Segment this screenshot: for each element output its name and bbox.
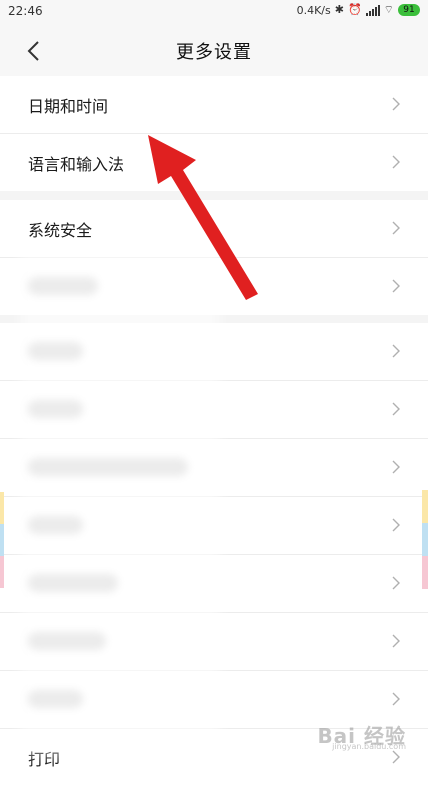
alarm-off-icon: ⏰ bbox=[347, 3, 362, 16]
chevron-right-icon bbox=[392, 518, 400, 532]
blur-overlay bbox=[20, 250, 220, 755]
chevron-right-icon bbox=[392, 750, 400, 764]
settings-group-1: 日期和时间 语言和输入法 bbox=[0, 76, 428, 191]
chevron-right-icon bbox=[392, 634, 400, 648]
status-bar: 22:46 0.4K/s ✱ ⏰ ⌔ 91 bbox=[0, 0, 428, 24]
edge-stripes-right bbox=[422, 490, 428, 590]
chevron-right-icon bbox=[392, 576, 400, 590]
settings-item-date-time[interactable]: 日期和时间 bbox=[0, 76, 428, 134]
chevron-right-icon bbox=[392, 692, 400, 706]
edge-stripes-left bbox=[0, 492, 4, 588]
signal-icon bbox=[365, 4, 380, 16]
battery-icon: 91 bbox=[398, 4, 420, 16]
settings-item-language-input[interactable]: 语言和输入法 bbox=[0, 134, 428, 191]
settings-item-label: 日期和时间 bbox=[28, 97, 109, 116]
chevron-right-icon bbox=[392, 97, 400, 111]
status-time: 22:46 bbox=[8, 4, 43, 18]
page-title: 更多设置 bbox=[176, 42, 252, 63]
chevron-right-icon bbox=[392, 460, 400, 474]
chevron-right-icon bbox=[392, 221, 400, 235]
settings-item-label: 语言和输入法 bbox=[28, 155, 125, 174]
watermark-logo: Bai 经验 jingyan.baidu.com bbox=[317, 720, 406, 751]
wifi-icon: ⌔ bbox=[383, 3, 394, 16]
chevron-right-icon bbox=[392, 402, 400, 416]
chevron-right-icon bbox=[392, 279, 400, 293]
chevron-right-icon bbox=[392, 155, 400, 169]
chevron-right-icon bbox=[392, 344, 400, 358]
settings-item-label: 系统安全 bbox=[28, 221, 93, 240]
status-icons: 0.4K/s ✱ ⏰ ⌔ 91 bbox=[297, 3, 420, 17]
nav-bar: 更多设置 bbox=[0, 24, 428, 77]
net-speed: 0.4K/s bbox=[296, 3, 331, 17]
watermark-sub: jingyan.baidu.com bbox=[332, 742, 406, 751]
bluetooth-icon: ✱ bbox=[334, 3, 344, 16]
